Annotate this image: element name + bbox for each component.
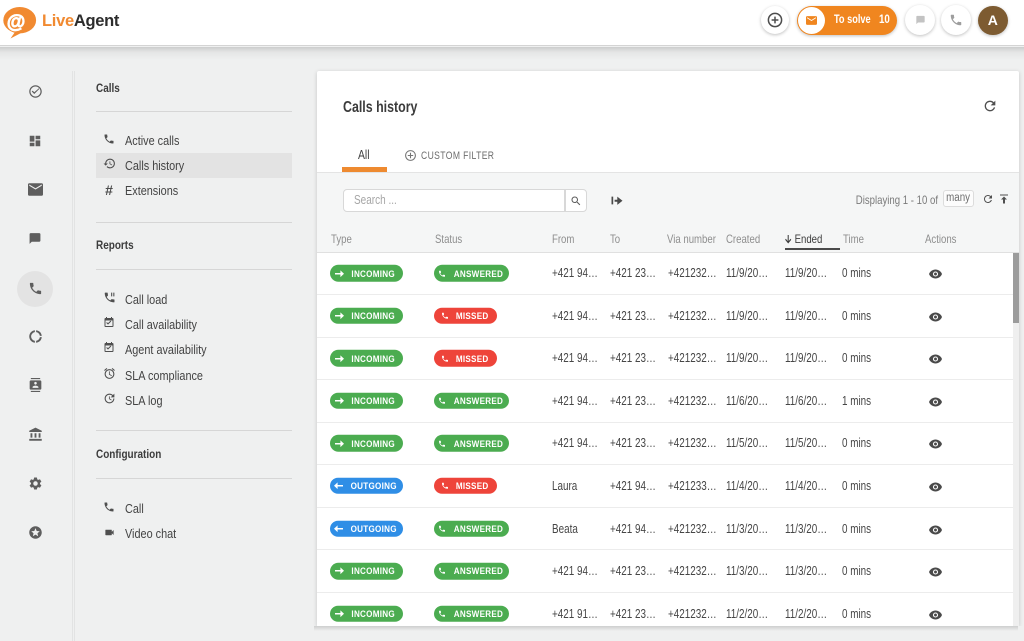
svg-text:@: @ — [7, 12, 26, 33]
